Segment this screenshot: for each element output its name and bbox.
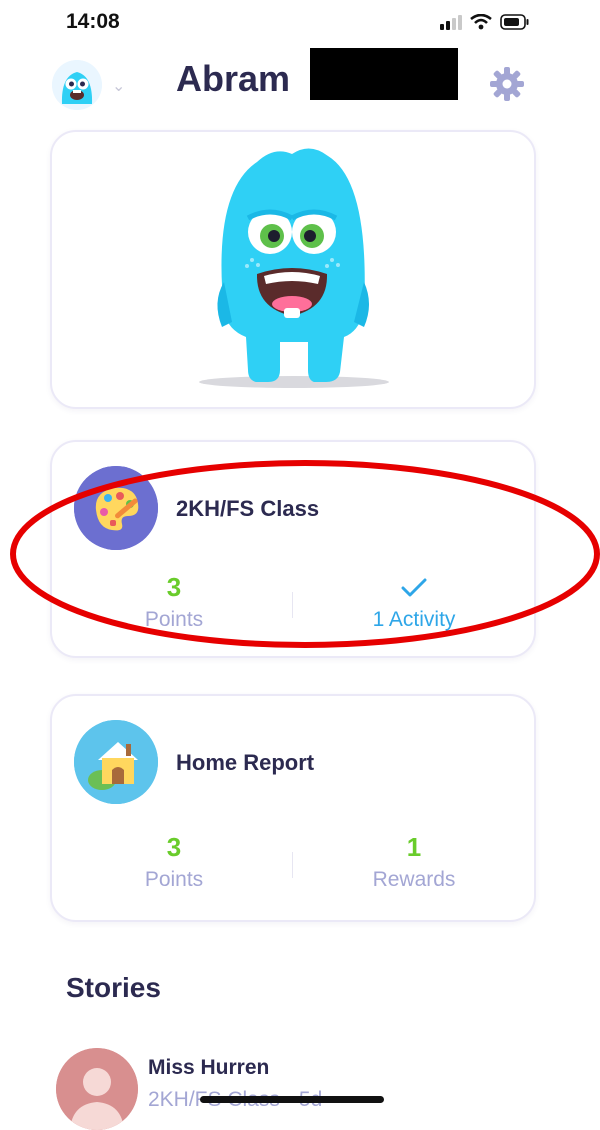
home-rewards-stat[interactable]: 1 Rewards: [314, 832, 514, 892]
monster-illustration: [199, 148, 389, 388]
teacher-avatar[interactable]: [56, 1048, 138, 1130]
home-report-card[interactable]: Home Report 3 Points 1 Rewards: [50, 694, 536, 922]
home-report-title: Home Report: [176, 750, 315, 775]
story-author[interactable]: Miss Hurren: [148, 1056, 269, 1080]
stories-heading: Stories: [66, 972, 161, 1003]
class-activity-label: 1 Activity: [372, 608, 456, 631]
class-points-stat[interactable]: 3 Points: [74, 572, 274, 632]
redaction-block: [310, 48, 458, 100]
home-points-label: Points: [144, 868, 204, 891]
person-icon: [56, 1048, 138, 1130]
chevron-down-icon[interactable]: ⌄: [112, 76, 125, 96]
gear-icon[interactable]: [488, 65, 526, 108]
status-bar: 14:08: [0, 0, 600, 44]
status-icons: [440, 13, 530, 35]
status-time: 14:08: [66, 10, 120, 33]
palette-icon: [74, 466, 158, 550]
header: ⌄ Abram: [0, 48, 600, 120]
class-points-value: 3: [166, 572, 182, 602]
home-rewards-value: 1: [406, 832, 422, 862]
monster-card[interactable]: [50, 130, 536, 409]
class-card[interactable]: 2KH/FS Class 3 Points 1 Activity: [50, 440, 536, 658]
home-points-value: 3: [166, 832, 182, 862]
home-indicator[interactable]: [200, 1096, 384, 1103]
student-name: Abram: [176, 58, 291, 99]
student-avatar-switcher[interactable]: [52, 60, 102, 110]
monster-avatar-icon: [52, 60, 102, 110]
signal-icon: [440, 14, 462, 35]
stat-divider: [292, 592, 293, 618]
battery-icon: [500, 14, 530, 35]
home-points-stat[interactable]: 3 Points: [74, 832, 274, 892]
home-rewards-label: Rewards: [372, 868, 456, 891]
checkmark-icon: [314, 572, 514, 604]
house-icon: [74, 720, 158, 804]
stat-divider: [292, 852, 293, 878]
class-activity-stat[interactable]: 1 Activity: [314, 572, 514, 632]
class-points-label: Points: [144, 608, 204, 631]
class-name: 2KH/FS Class: [176, 496, 320, 521]
wifi-icon: [470, 13, 492, 35]
